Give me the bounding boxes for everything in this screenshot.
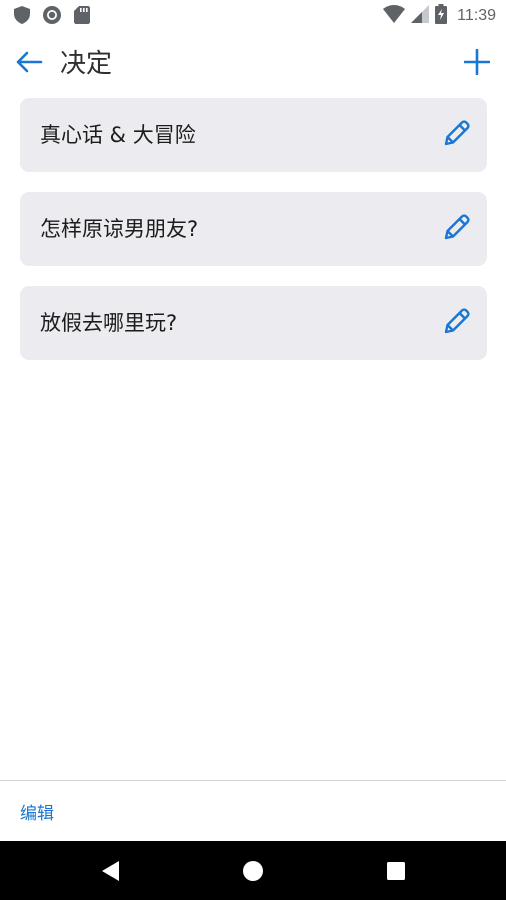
- page-title: 决定: [60, 49, 113, 79]
- back-triangle-icon[interactable]: [98, 859, 122, 883]
- pencil-icon: [442, 118, 472, 152]
- add-decision-button[interactable]: [462, 48, 492, 79]
- arrow-left-icon: [15, 50, 43, 78]
- pencil-icon: [442, 306, 472, 340]
- pencil-icon: [442, 212, 472, 246]
- wifi-icon: [383, 5, 406, 27]
- decision-item-label: 放假去哪里玩?: [40, 311, 178, 335]
- edit-decision-button[interactable]: [441, 307, 473, 339]
- bottom-toolbar: 编辑: [0, 781, 506, 841]
- system-nav-bar: [0, 841, 506, 900]
- edit-button[interactable]: 编辑: [20, 799, 54, 824]
- status-bar: 11:39: [0, 0, 506, 32]
- shield-icon: [12, 5, 32, 25]
- decision-item[interactable]: 怎样原谅男朋友?: [20, 192, 487, 266]
- home-circle-icon[interactable]: [241, 859, 265, 883]
- decision-item[interactable]: 放假去哪里玩?: [20, 286, 487, 360]
- status-time: 11:39: [457, 7, 496, 24]
- decision-item-label: 真心话 & 大冒险: [40, 123, 196, 147]
- edit-decision-button[interactable]: [441, 213, 473, 245]
- decision-item-label: 怎样原谅男朋友?: [40, 217, 199, 241]
- decision-item[interactable]: 真心话 & 大冒险: [20, 98, 487, 172]
- sd-card-icon: [72, 5, 92, 25]
- status-right-icons: 11:39: [383, 4, 496, 28]
- recents-square-icon[interactable]: [384, 859, 408, 883]
- back-button[interactable]: [14, 50, 44, 78]
- plus-icon: [463, 48, 491, 79]
- app-bar: 决定: [0, 32, 506, 96]
- edit-decision-button[interactable]: [441, 119, 473, 151]
- battery-charging-icon: [435, 4, 448, 28]
- cellular-signal-icon: [411, 5, 430, 27]
- decision-list: 真心话 & 大冒险 怎样原谅男朋友? 放假去哪里玩?: [20, 98, 487, 380]
- status-left-icons: [12, 5, 92, 25]
- record-icon: [42, 5, 62, 25]
